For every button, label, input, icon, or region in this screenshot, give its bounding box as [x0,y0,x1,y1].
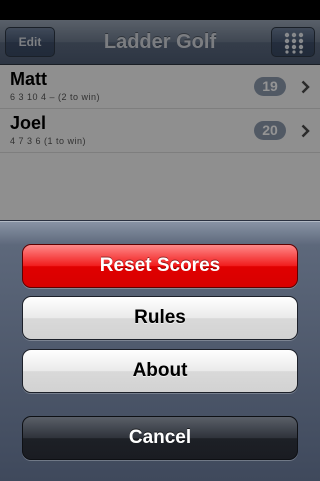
action-sheet: Reset Scores Rules About Cancel [0,220,320,481]
about-button[interactable]: About [22,349,298,393]
cancel-button[interactable]: Cancel [22,416,298,460]
rules-button[interactable]: Rules [22,296,298,340]
reset-scores-button[interactable]: Reset Scores [22,244,298,288]
